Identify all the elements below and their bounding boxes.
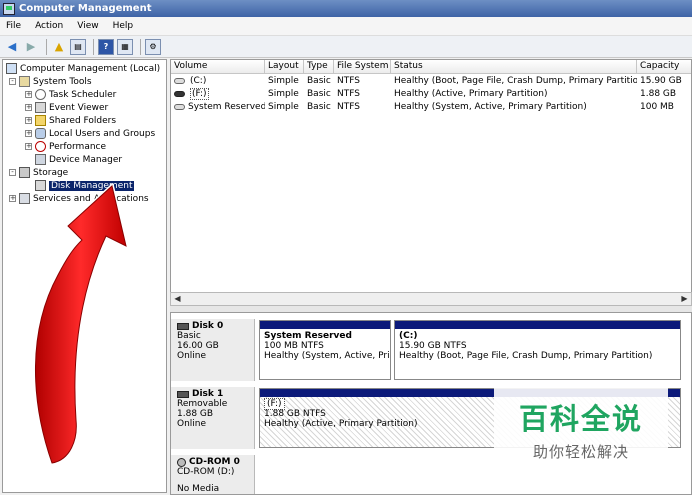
watermark-title: 百科全说 <box>518 402 643 436</box>
watermark: 百科全说 助你轻松解决 <box>494 386 668 470</box>
watermark-subtitle: 助你轻松解决 <box>532 443 629 461</box>
